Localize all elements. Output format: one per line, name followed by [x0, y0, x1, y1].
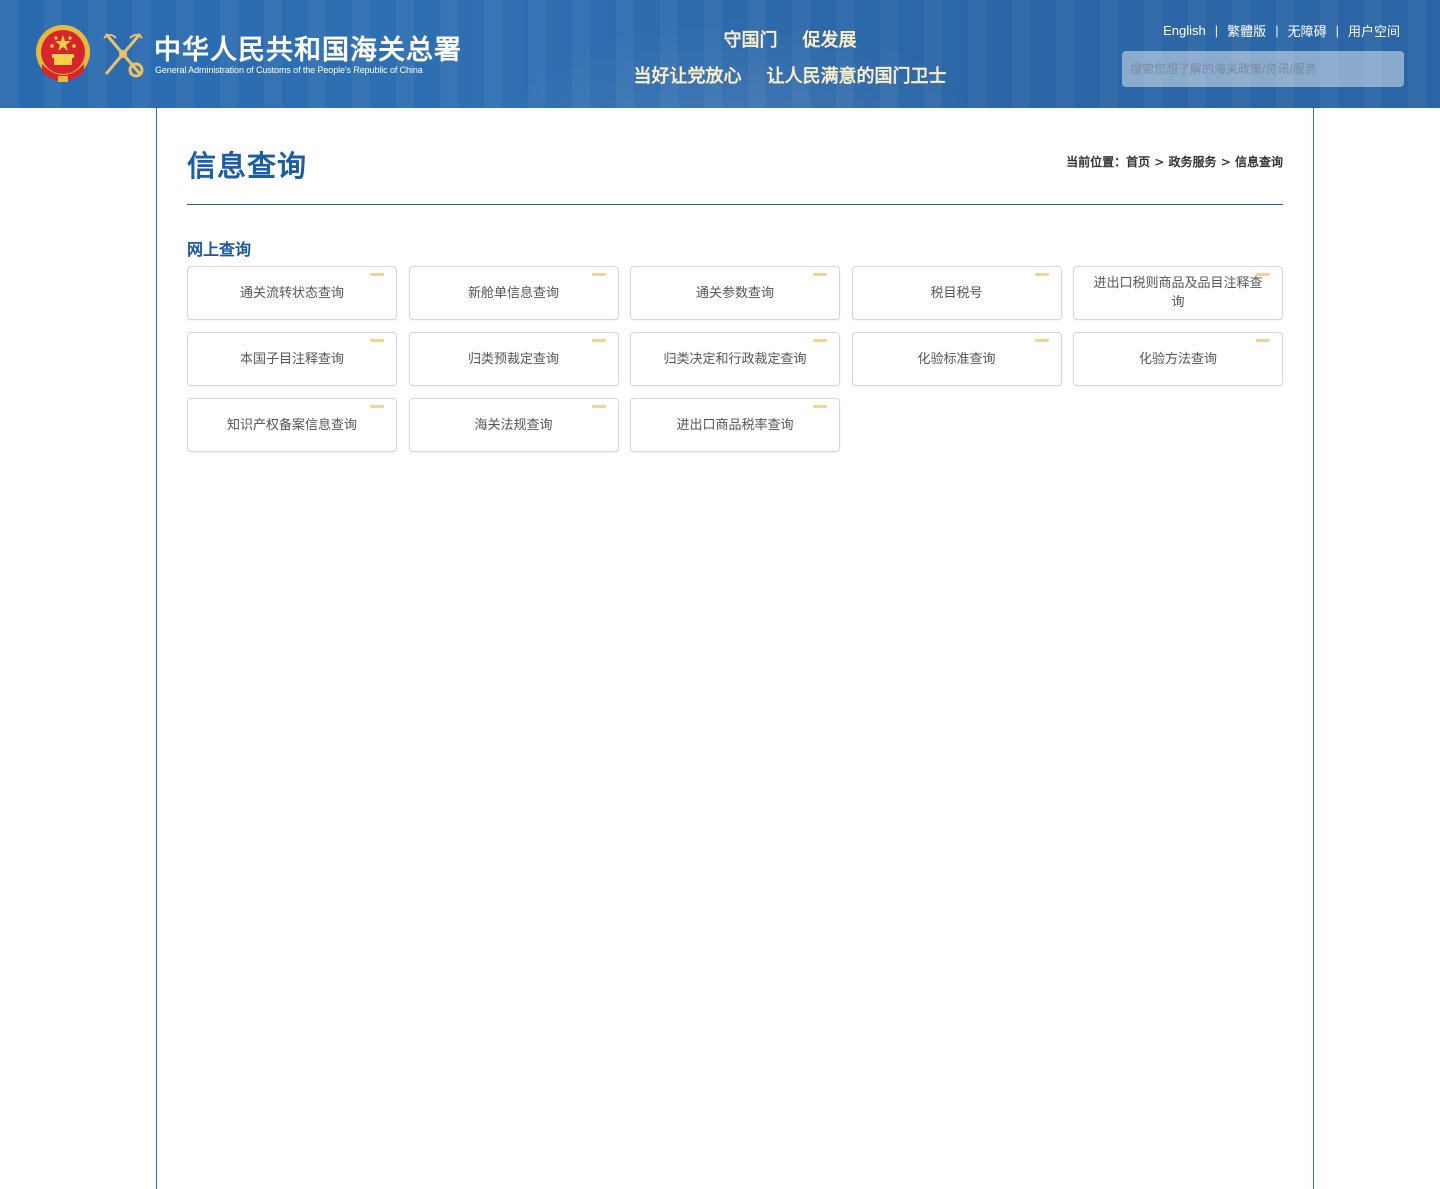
card-customs-flow-status[interactable]: 通关流转状态查询 [187, 266, 397, 320]
card-customs-regulations[interactable]: 海关法规查询 [408, 398, 619, 452]
card-label: 归类预裁定查询 [467, 351, 559, 367]
breadcrumb-separator: > [1216, 155, 1235, 169]
breadcrumb-current[interactable]: 信息查询 [1235, 155, 1283, 169]
link-english[interactable]: English [1163, 23, 1206, 38]
link-separator: | [1335, 23, 1339, 38]
card-accent-mark [1034, 339, 1049, 342]
link-separator: | [1214, 23, 1219, 38]
card-label: 进出口税则商品及品目注释查询 [1093, 276, 1263, 310]
link-accessibility[interactable]: 无障碍 [1288, 21, 1327, 40]
card-classification-decision[interactable]: 归类决定和行政裁定查询 [630, 332, 840, 386]
national-emblem-icon[interactable] [34, 24, 92, 86]
card-label: 新舱单信息查询 [467, 285, 559, 301]
card-lab-methods[interactable]: 化验方法查询 [1073, 332, 1283, 386]
page-title: 信息查询 [187, 149, 308, 183]
site-logo-subtitle[interactable]: General Administration of Customs of the… [155, 65, 423, 75]
card-accent-mark [1256, 273, 1270, 276]
card-accent-mark [370, 405, 384, 408]
card-label: 归类决定和行政裁定查询 [663, 351, 807, 367]
card-accent-mark [1256, 339, 1270, 342]
card-accent-mark [591, 339, 606, 342]
card-label: 通关参数查询 [695, 285, 774, 301]
card-accent-mark [1034, 273, 1049, 276]
content-frame-right-border [1313, 108, 1314, 1189]
card-national-subheading-notes[interactable]: 本国子目注释查询 [187, 332, 397, 386]
title-divider [187, 204, 1283, 205]
card-accent-mark [591, 273, 606, 276]
link-user-space[interactable]: 用户空间 [1348, 21, 1400, 40]
card-label: 海关法规查询 [474, 417, 553, 433]
breadcrumb-gov-services[interactable]: 政务服务 [1169, 155, 1217, 169]
link-separator: | [1275, 23, 1279, 38]
site-header: 中华人民共和国海关总署 General Administration of Cu… [0, 0, 1440, 108]
card-accent-mark [370, 339, 384, 342]
section-title-online-query: 网上查询 [187, 240, 252, 259]
card-label: 税目税号 [930, 285, 983, 301]
site-logo-title[interactable]: 中华人民共和国海关总署 [154, 28, 462, 67]
breadcrumb-separator: > [1150, 155, 1169, 169]
breadcrumb: 当前位置：首页 > 政务服务 > 信息查询 [1066, 153, 1283, 170]
slogan-line-2: 当好让党放心 让人民满意的国门卫士 [633, 66, 947, 87]
card-accent-mark [813, 273, 827, 276]
card-accent-mark [591, 405, 606, 408]
content-frame-left-border [156, 108, 157, 1189]
card-accent-mark [813, 339, 827, 342]
card-ip-registration[interactable]: 知识产权备案信息查询 [187, 398, 397, 452]
search-input[interactable] [1122, 51, 1404, 87]
card-label: 本国子目注释查询 [239, 351, 344, 367]
customs-badge-icon [103, 33, 144, 78]
card-label: 知识产权备案信息查询 [226, 417, 357, 433]
query-card-grid: 通关流转状态查询 新舱单信息查询 通关参数查询 税目税号 进出口税则商品及品目注… [187, 266, 1283, 452]
card-label: 化验方法查询 [1138, 351, 1217, 367]
card-classification-preruling[interactable]: 归类预裁定查询 [408, 332, 619, 386]
card-import-export-tax-rate[interactable]: 进出口商品税率查询 [630, 398, 840, 452]
card-lab-standards[interactable]: 化验标准查询 [851, 332, 1062, 386]
card-label: 化验标准查询 [917, 351, 996, 367]
card-customs-parameters[interactable]: 通关参数查询 [630, 266, 840, 320]
breadcrumb-home[interactable]: 首页 [1126, 155, 1150, 169]
breadcrumb-prefix: 当前位置： [1066, 155, 1127, 169]
card-label: 通关流转状态查询 [239, 285, 344, 301]
slogan-line-1: 守国门 促发展 [723, 30, 857, 51]
card-label: 进出口商品税率查询 [676, 417, 794, 433]
card-accent-mark [813, 405, 827, 408]
header-background-glow [460, 0, 1020, 108]
card-accent-mark [370, 273, 384, 276]
card-tariff-heading-notes[interactable]: 进出口税则商品及品目注释查询 [1073, 266, 1283, 320]
card-tariff-number[interactable]: 税目税号 [851, 266, 1062, 320]
card-new-manifest[interactable]: 新舱单信息查询 [408, 266, 619, 320]
link-traditional-chinese[interactable]: 繁體版 [1227, 21, 1266, 40]
top-links: English | 繁體版 | 无障碍 | 用户空间 [1163, 21, 1400, 40]
